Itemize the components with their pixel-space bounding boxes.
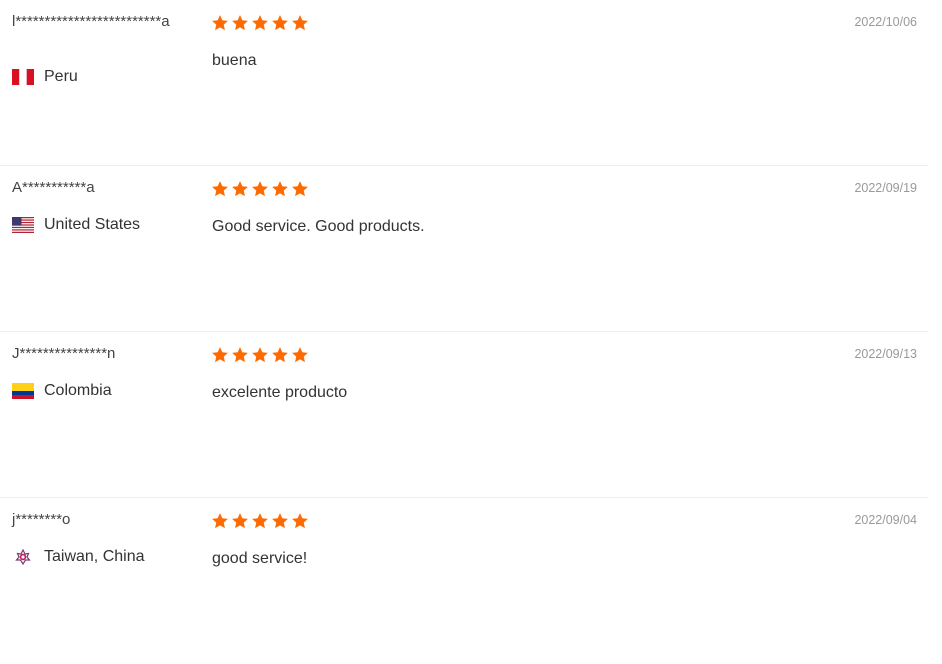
user-country: Peru xyxy=(12,68,78,86)
peru-flag-icon xyxy=(12,69,34,85)
star-icon xyxy=(212,15,228,31)
review-user: j********o Taiwan, China xyxy=(12,510,192,565)
reviews-list: l************************​*a Peru buena … xyxy=(0,0,928,664)
review-item: l************************​*a Peru buena … xyxy=(0,0,928,166)
user-name: l************************​*a xyxy=(12,13,170,30)
star-icon xyxy=(272,347,288,363)
star-icon xyxy=(232,181,248,197)
star-icon xyxy=(272,15,288,31)
review-item: j********o Taiwan, China good service! 2… xyxy=(0,498,928,664)
review-text: good service! xyxy=(212,550,308,567)
review-user: l************************​*a Peru xyxy=(12,12,192,85)
review-date: 2022/09/19 xyxy=(854,181,917,195)
user-name: j********o xyxy=(12,511,71,528)
star-icon xyxy=(252,513,268,529)
star-icon xyxy=(232,513,248,529)
star-rating xyxy=(211,346,309,364)
star-icon xyxy=(292,181,308,197)
user-name: J***************n xyxy=(12,345,116,362)
review-date: 2022/10/06 xyxy=(854,15,917,29)
star-icon xyxy=(232,15,248,31)
country-name: Colombia xyxy=(44,382,112,399)
star-icon xyxy=(252,347,268,363)
country-name: Peru xyxy=(44,68,78,85)
star-icon xyxy=(292,15,308,31)
star-icon xyxy=(252,15,268,31)
review-text: Good service. Good products. xyxy=(212,218,425,235)
review-text: excelente producto xyxy=(212,384,348,401)
user-country: United States xyxy=(12,216,140,234)
user-country: Taiwan, China xyxy=(12,548,145,566)
country-name: Taiwan, China xyxy=(44,548,145,565)
user-country: Colombia xyxy=(12,382,112,400)
country-name: United States xyxy=(44,216,141,233)
taiwan-flag-icon xyxy=(12,549,34,565)
review-item: A***********a United States Good service… xyxy=(0,166,928,332)
star-icon xyxy=(272,181,288,197)
review-user: J***************n Colombia xyxy=(12,344,192,399)
star-icon xyxy=(272,513,288,529)
star-icon xyxy=(232,347,248,363)
review-date: 2022/09/04 xyxy=(854,513,917,527)
star-rating xyxy=(211,180,309,198)
star-icon xyxy=(292,347,308,363)
star-icon xyxy=(212,513,228,529)
review-user: A***********a United States xyxy=(12,178,192,233)
star-icon xyxy=(212,347,228,363)
star-icon xyxy=(252,181,268,197)
star-icon xyxy=(292,513,308,529)
review-text: buena xyxy=(212,52,257,69)
review-item: J***************n Colombia excelente pro… xyxy=(0,332,928,498)
united-states-flag-icon xyxy=(12,217,34,233)
user-name: A***********a xyxy=(12,179,95,196)
star-rating xyxy=(211,14,309,32)
star-icon xyxy=(212,181,228,197)
colombia-flag-icon xyxy=(12,383,34,399)
star-rating xyxy=(211,512,309,530)
review-date: 2022/09/13 xyxy=(854,347,917,361)
